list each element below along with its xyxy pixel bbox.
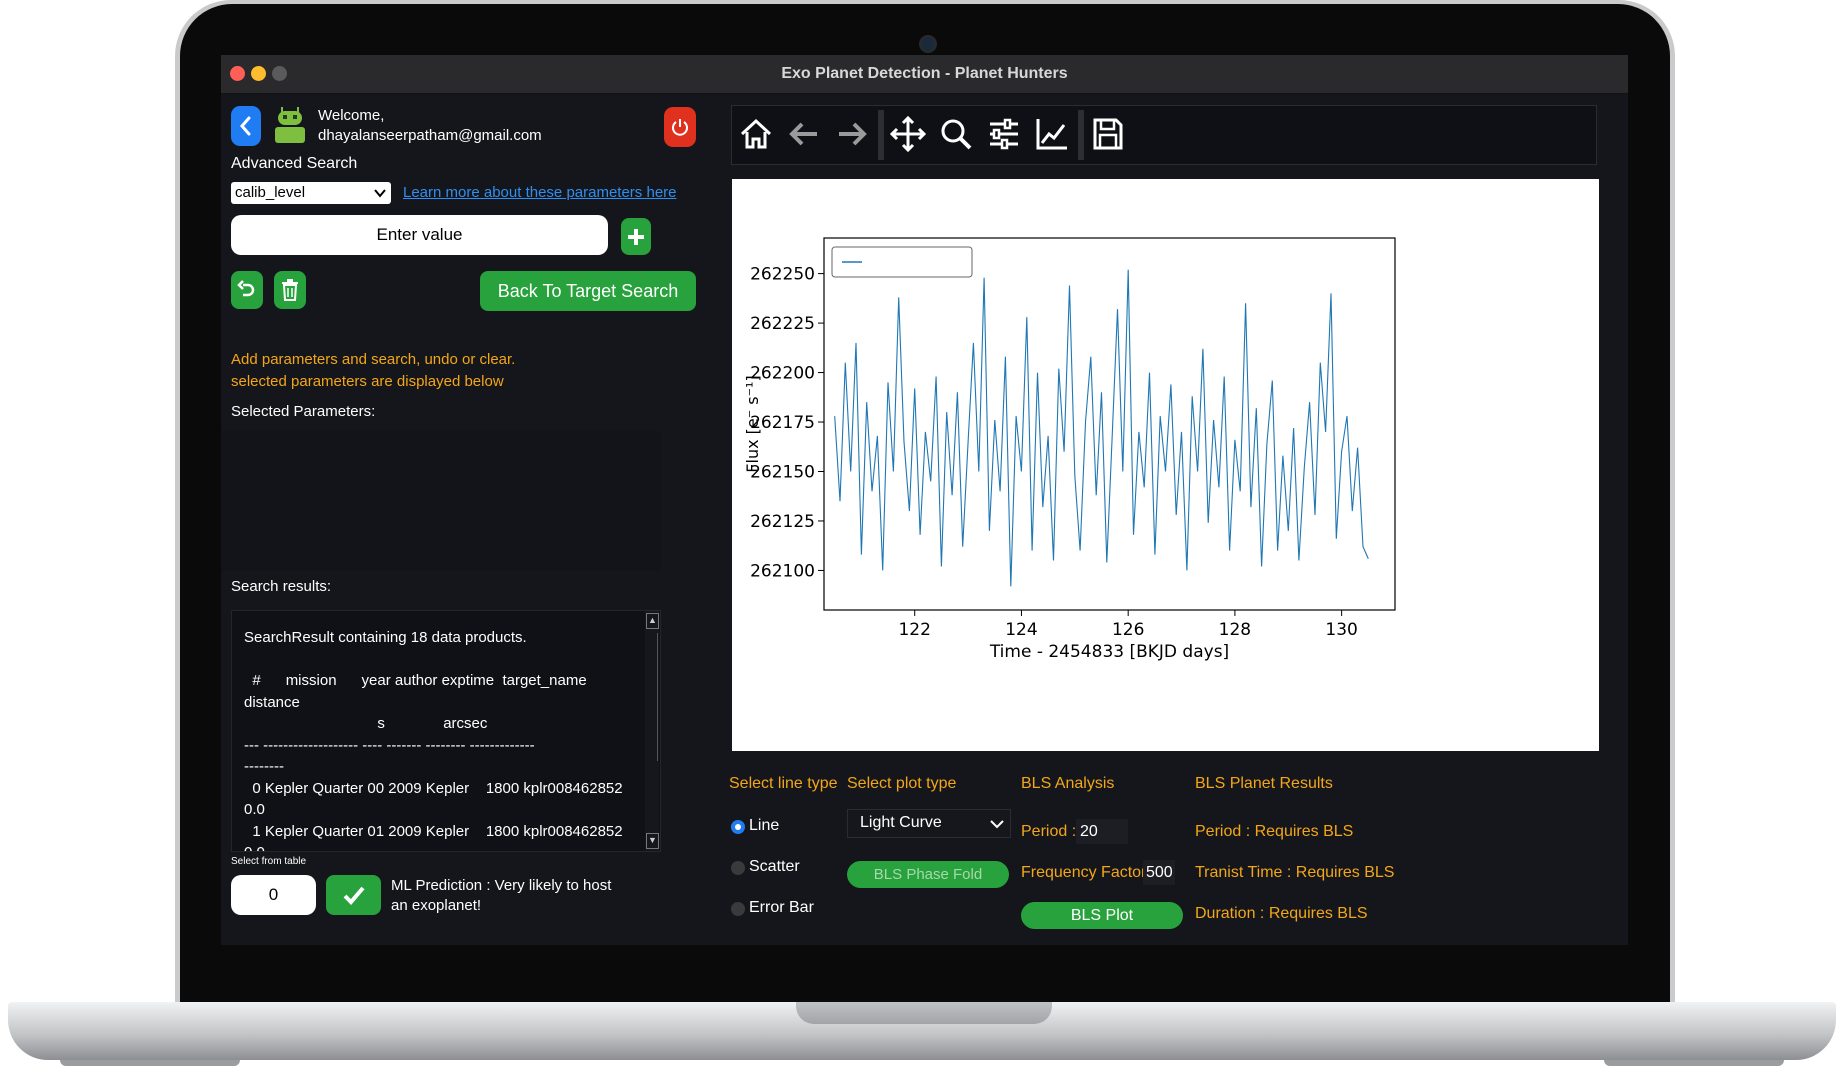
chevron-down-icon (374, 189, 386, 198)
home-icon[interactable] (734, 110, 778, 158)
power-icon (672, 119, 688, 136)
save-icon[interactable] (1086, 110, 1130, 158)
plot-type-select[interactable]: Light Curve (847, 809, 1011, 838)
pan-icon[interactable] (886, 110, 930, 158)
radio-error-bar-label: Error Bar (749, 899, 814, 916)
zoom-icon[interactable] (934, 110, 978, 158)
scroll-down-icon[interactable]: ▼ (646, 833, 659, 849)
frequency-factor-input[interactable]: 500 (1143, 860, 1175, 885)
clear-button[interactable] (274, 271, 306, 309)
checkmark-icon (343, 886, 365, 905)
x-tick-label: 126 (1112, 620, 1144, 640)
app-window: Exo Planet Detection - Planet Hunters We… (221, 55, 1628, 945)
window-title: Exo Planet Detection - Planet Hunters (781, 65, 1068, 82)
welcome-text: Welcome, (318, 107, 385, 124)
user-email: dhayalanseerpatham@gmail.com (318, 127, 542, 144)
y-tick-label: 262100 (750, 561, 815, 581)
value-input[interactable]: Enter value (231, 215, 608, 255)
radio-unselected-icon (731, 902, 745, 916)
y-tick-label: 262250 (750, 265, 815, 285)
x-axis-label: Time - 2454833 [BKJD days] (989, 642, 1229, 662)
toolbar-separator (1078, 110, 1084, 160)
table-index-input[interactable]: 0 (231, 875, 316, 915)
result-period: Period : Requires BLS (1195, 823, 1354, 840)
ml-prediction-line-2: an exoplanet! (391, 897, 482, 914)
value-input-placeholder: Enter value (376, 225, 463, 244)
select-from-table-label: Select from table (231, 856, 307, 867)
scroll-thumb[interactable] (647, 633, 658, 761)
configure-subplots-icon[interactable] (982, 110, 1026, 158)
bls-analysis-label: BLS Analysis (1021, 775, 1115, 792)
flux-series-line (834, 269, 1369, 587)
chevron-left-icon (240, 116, 251, 136)
add-parameter-button[interactable] (621, 218, 651, 255)
radio-line-label: Line (749, 817, 780, 834)
undo-button[interactable] (231, 271, 263, 309)
nav-back-button[interactable] (231, 106, 261, 146)
laptop-notch (796, 1002, 1052, 1024)
search-results-label: Search results: (231, 578, 332, 595)
ml-prediction-line-1: ML Prediction : Very likely to host (391, 877, 612, 894)
parameter-select[interactable]: calib_level (231, 182, 391, 204)
y-tick-label: 262225 (750, 314, 815, 334)
laptop-foot-left (60, 1060, 240, 1066)
search-results-text: SearchResult containing 18 data products… (244, 629, 623, 851)
bls-plot-button[interactable]: BLS Plot (1021, 902, 1183, 929)
laptop-foot-right (1604, 1060, 1784, 1066)
line-type-label: Select line type (729, 775, 838, 792)
result-duration: Duration : Requires BLS (1195, 905, 1368, 922)
radio-selected-icon (731, 820, 745, 834)
x-tick-label: 124 (1005, 620, 1037, 640)
plot-toolbar (731, 105, 1597, 165)
android-avatar-icon (273, 107, 307, 145)
bls-phase-fold-button[interactable]: BLS Phase Fold (847, 861, 1009, 888)
learn-more-link[interactable]: Learn more about these parameters here (403, 184, 677, 201)
plot-type-label: Select plot type (847, 775, 957, 792)
x-tick-label: 130 (1325, 620, 1357, 640)
back-to-target-search-button[interactable]: Back To Target Search (480, 271, 696, 311)
x-tick-label: 128 (1219, 620, 1251, 640)
undo-icon (237, 280, 255, 297)
period-input[interactable]: 20 (1076, 819, 1128, 844)
y-axis-label: Flux [e⁻ s⁻¹] (743, 375, 762, 472)
radio-unselected-icon (731, 861, 745, 875)
camera-icon (919, 35, 937, 53)
advanced-search-label: Advanced Search (231, 155, 358, 172)
radio-scatter-label: Scatter (749, 858, 800, 875)
results-scrollbar[interactable]: ▲ ▼ (645, 611, 659, 851)
plot-frame (823, 237, 1396, 611)
period-label: Period : (1021, 823, 1077, 840)
power-button[interactable] (664, 107, 696, 147)
search-results-box[interactable]: SearchResult containing 18 data products… (231, 610, 661, 852)
hint-line-1: Add parameters and search, undo or clear… (231, 351, 516, 368)
toolbar-separator (878, 110, 884, 160)
edit-axes-icon[interactable] (1030, 110, 1074, 158)
selected-parameters-list (221, 431, 661, 571)
selected-parameters-label: Selected Parameters: (231, 403, 376, 420)
chevron-down-icon (990, 820, 1004, 829)
light-curve-plot[interactable]: 122 124 126 128 130 262100 262125 262150 262175 2… (732, 179, 1599, 751)
plus-icon (628, 228, 644, 245)
forward-arrow-icon[interactable] (830, 110, 874, 158)
y-tick-label: 262125 (750, 512, 815, 532)
title-bar: Exo Planet Detection - Planet Hunters (221, 55, 1628, 94)
hint-line-2: selected parameters are displayed below (231, 373, 504, 390)
predict-button[interactable] (326, 875, 381, 915)
scroll-up-icon[interactable]: ▲ (646, 613, 659, 629)
trash-icon (282, 279, 298, 301)
frequency-factor-label: Frequency Factor : (1021, 864, 1156, 881)
light-curve-chart: 122 124 126 128 1302621002621252621502621752… (743, 237, 1396, 662)
bls-results-label: BLS Planet Results (1195, 775, 1333, 792)
result-transit-time: Tranist Time : Requires BLS (1195, 864, 1395, 881)
parameter-select-value: calib_level (235, 184, 306, 201)
x-tick-label: 122 (898, 620, 930, 640)
plot-type-value: Light Curve (860, 814, 942, 831)
back-arrow-icon[interactable] (782, 110, 826, 158)
